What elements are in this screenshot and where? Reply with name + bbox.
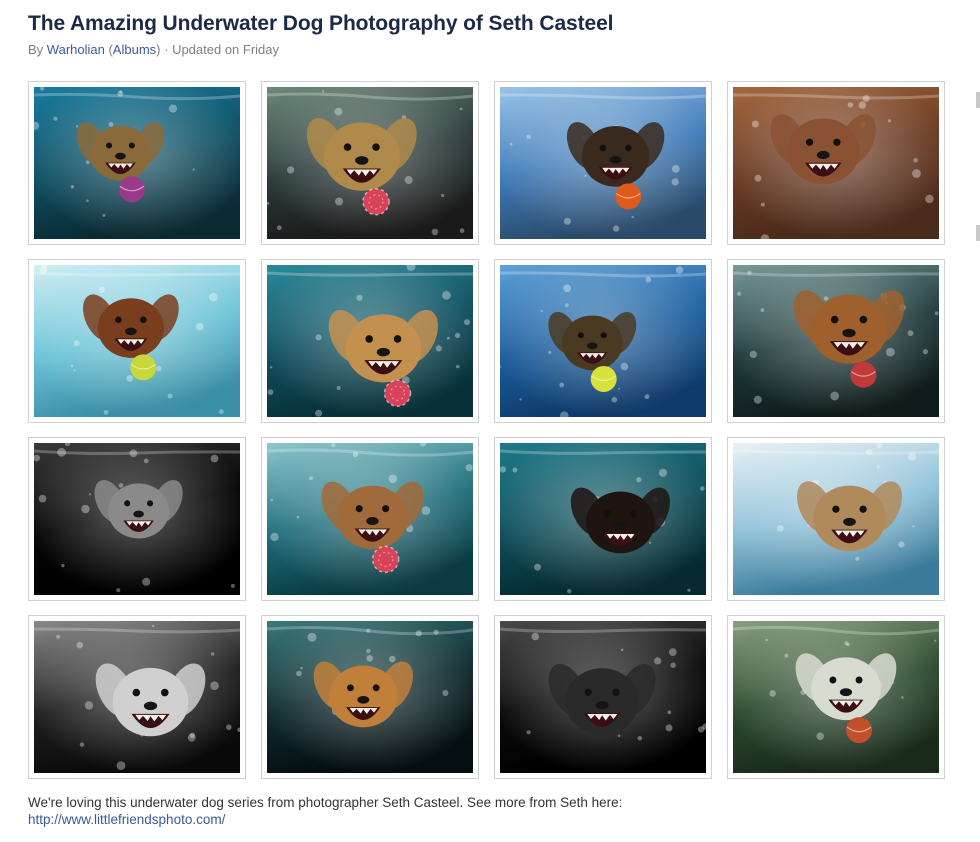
underwater-dog-image [267, 443, 473, 595]
underwater-dog-image [733, 443, 939, 595]
open-paren: ( [104, 42, 113, 57]
dog-photo [267, 265, 473, 417]
album-caption: We're loving this underwater dog series … [28, 794, 628, 828]
photo-thumbnail[interactable] [727, 437, 945, 601]
dog-photo [34, 87, 240, 239]
photo-thumbnail[interactable] [494, 81, 712, 245]
underwater-dog-image [500, 621, 706, 773]
dog-photo [733, 443, 939, 595]
photo-thumbnail[interactable] [28, 259, 246, 423]
underwater-dog-image [34, 621, 240, 773]
dog-photo [34, 265, 240, 417]
underwater-dog-image [733, 87, 939, 239]
dog-photo [733, 87, 939, 239]
underwater-dog-image [34, 87, 240, 239]
dog-photo [267, 621, 473, 773]
photo-thumbnail[interactable] [28, 615, 246, 779]
photo-thumbnail[interactable] [727, 81, 945, 245]
dog-photo [500, 87, 706, 239]
by-label: By [28, 42, 47, 57]
underwater-dog-image [34, 443, 240, 595]
underwater-dog-image [500, 443, 706, 595]
underwater-dog-image [267, 87, 473, 239]
photo-thumbnail[interactable] [28, 437, 246, 601]
photo-thumbnail[interactable] [727, 259, 945, 423]
photo-grid [28, 81, 946, 781]
dog-photo [34, 443, 240, 595]
dog-photo [733, 621, 939, 773]
albums-link[interactable]: Albums [113, 42, 156, 57]
side-scroll-mark [976, 225, 980, 241]
album-title: The Amazing Underwater Dog Photography o… [28, 12, 614, 35]
photo-thumbnail[interactable] [494, 259, 712, 423]
underwater-dog-image [34, 265, 240, 417]
caption-text: We're loving this underwater dog series … [28, 795, 623, 810]
side-scroll-mark [976, 92, 980, 108]
underwater-dog-image [500, 87, 706, 239]
dog-photo [733, 265, 939, 417]
dog-photo [267, 443, 473, 595]
photo-thumbnail[interactable] [261, 259, 479, 423]
underwater-dog-image [733, 265, 939, 417]
author-link[interactable]: Warholian [47, 42, 105, 57]
updated-label: Updated on Friday [172, 42, 280, 57]
album-meta: By Warholian (Albums) · Updated on Frida… [28, 42, 279, 57]
photo-thumbnail[interactable] [28, 81, 246, 245]
caption-link[interactable]: http://www.littlefriendsphoto.com/ [28, 812, 225, 827]
photo-thumbnail[interactable] [261, 615, 479, 779]
photo-thumbnail[interactable] [494, 615, 712, 779]
underwater-dog-image [733, 621, 939, 773]
photo-thumbnail[interactable] [261, 81, 479, 245]
photo-thumbnail[interactable] [261, 437, 479, 601]
underwater-dog-image [500, 265, 706, 417]
meta-separator: · [160, 42, 173, 57]
dog-photo [500, 621, 706, 773]
underwater-dog-image [267, 265, 473, 417]
photo-thumbnail[interactable] [727, 615, 945, 779]
underwater-dog-image [267, 621, 473, 773]
dog-photo [500, 443, 706, 595]
dog-photo [267, 87, 473, 239]
photo-thumbnail[interactable] [494, 437, 712, 601]
dog-photo [34, 621, 240, 773]
dog-photo [500, 265, 706, 417]
